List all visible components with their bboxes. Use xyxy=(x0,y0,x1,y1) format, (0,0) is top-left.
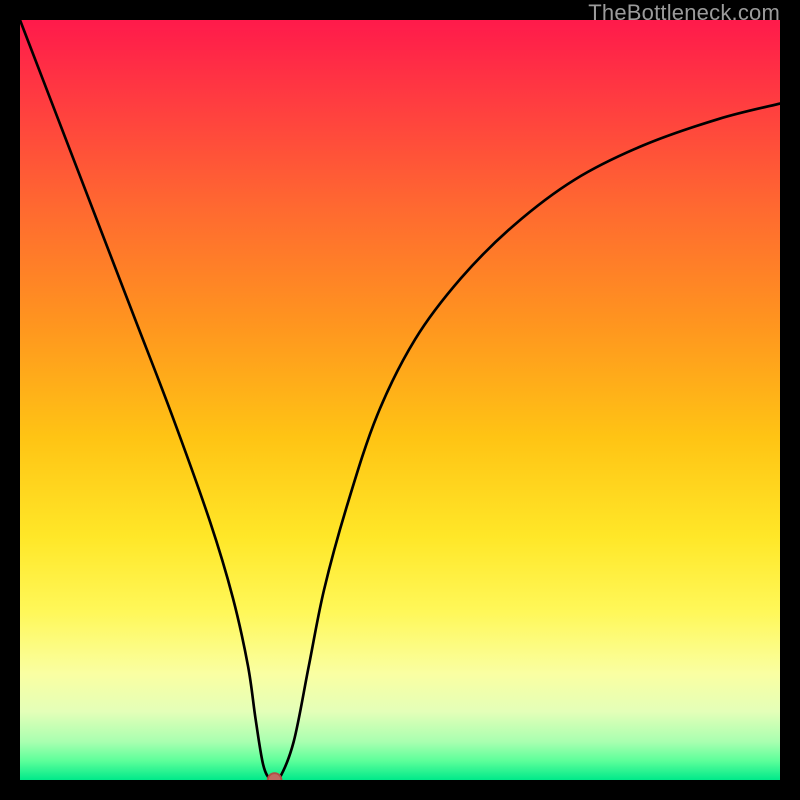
gradient-background xyxy=(20,20,780,780)
plot-area xyxy=(20,20,780,780)
chart-frame: TheBottleneck.com xyxy=(0,0,800,800)
optimal-point-marker xyxy=(268,773,282,780)
watermark-text: TheBottleneck.com xyxy=(588,0,780,26)
bottleneck-chart xyxy=(20,20,780,780)
